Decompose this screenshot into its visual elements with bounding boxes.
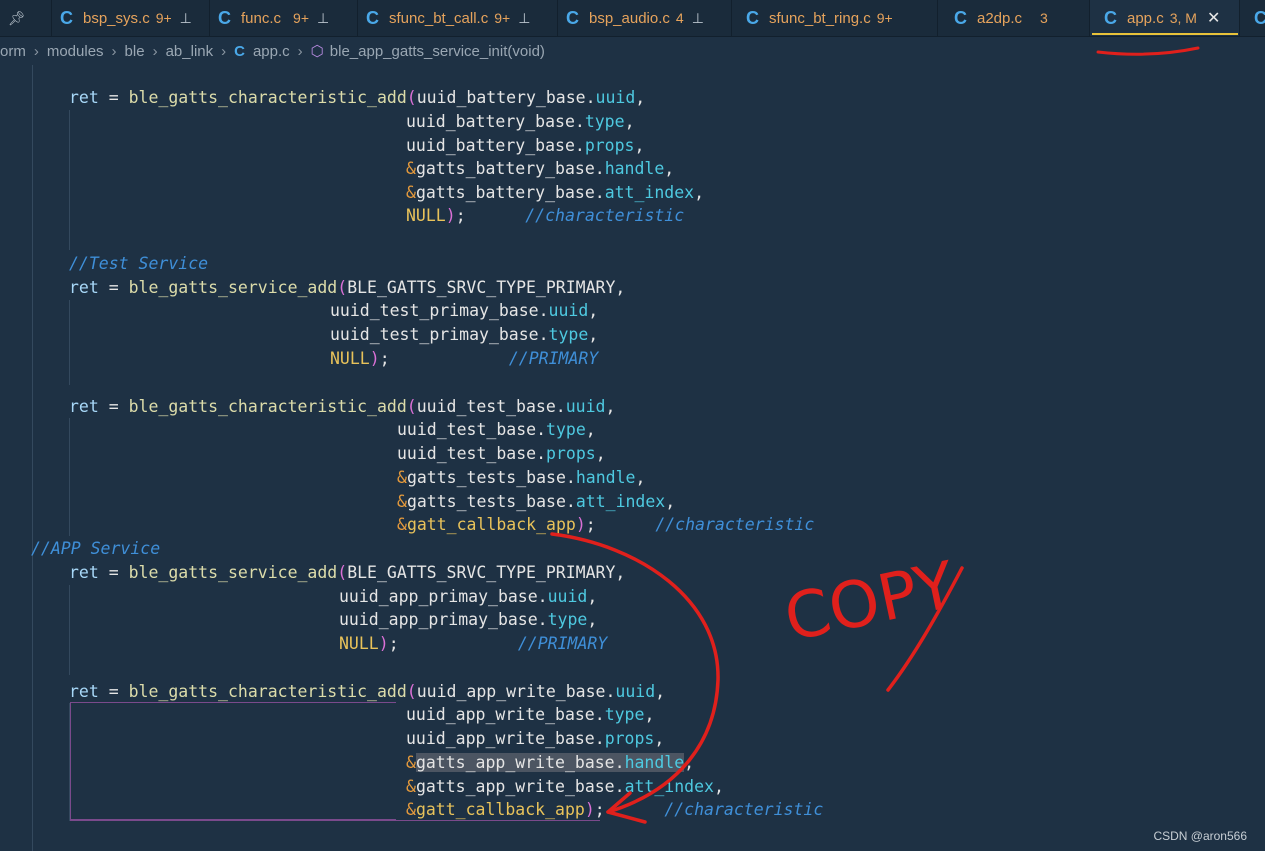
- handwritten-annotation: COPY: [550, 46, 1200, 824]
- watermark: CSDN @aron566: [1153, 829, 1247, 843]
- arrow-stroke: [550, 532, 720, 814]
- arrow-head: [606, 791, 647, 824]
- underline-stroke: [1096, 46, 1200, 56]
- copy-annotation-text: COPY: [778, 548, 962, 656]
